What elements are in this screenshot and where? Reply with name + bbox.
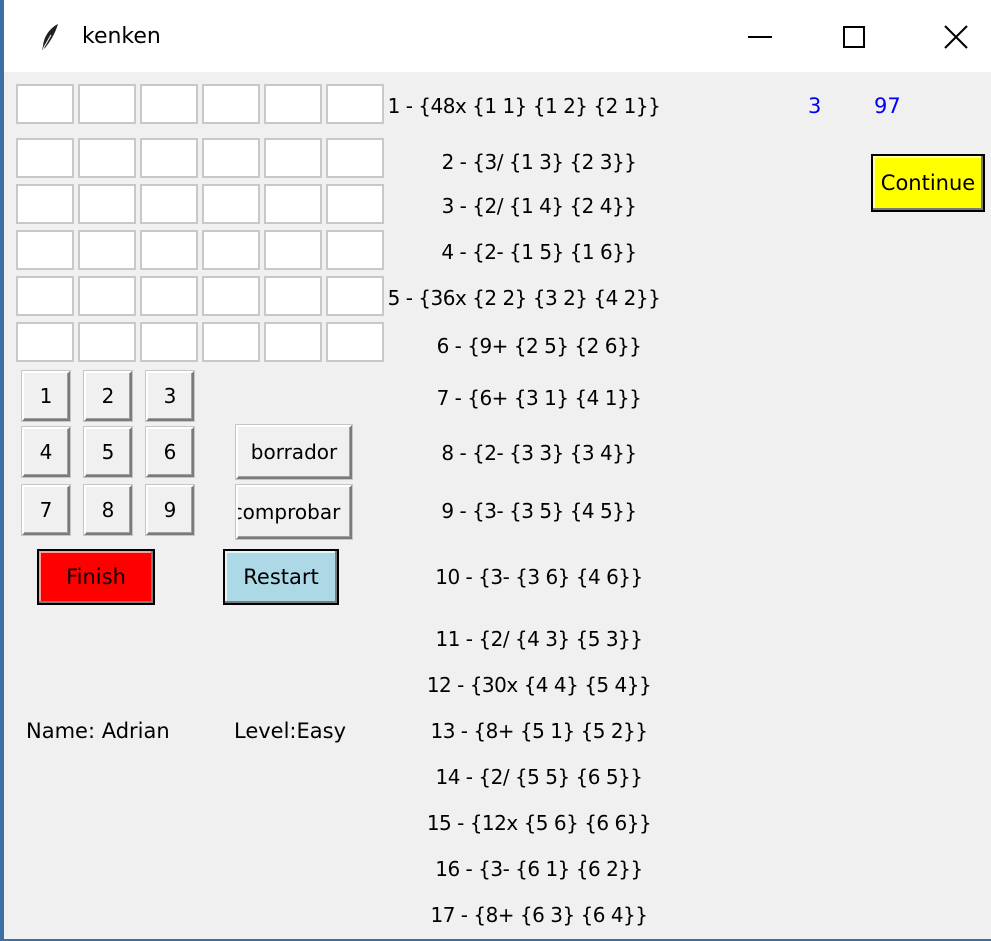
grid-cell-4-6[interactable]	[326, 230, 384, 270]
grid-cell-4-4[interactable]	[202, 230, 260, 270]
grid-cell-4-3[interactable]	[140, 230, 198, 270]
grid-cell-2-2[interactable]	[78, 138, 136, 178]
cage-item-15: 15 - {12x {5 6} {6 6}}	[426, 811, 652, 835]
grid-cell-3-2[interactable]	[78, 184, 136, 224]
counter-left: 3	[808, 94, 822, 118]
keypad-button-8[interactable]: 8	[84, 485, 132, 535]
grid-cell-5-3[interactable]	[140, 276, 198, 316]
cage-item-10: 10 - {3- {3 6} {4 6}}	[435, 565, 643, 589]
cage-item-6: 6 - {9+ {2 5} {2 6}}	[436, 334, 642, 358]
cage-item-3: 3 - {2/ {1 4} {2 4}}	[441, 194, 637, 218]
grid-cell-4-2[interactable]	[78, 230, 136, 270]
keypad-button-2[interactable]: 2	[84, 371, 132, 421]
grid-cell-4-5[interactable]	[264, 230, 322, 270]
grid-cell-3-5[interactable]	[264, 184, 322, 224]
grid-cell-2-6[interactable]	[326, 138, 384, 178]
close-button[interactable]	[926, 14, 986, 60]
grid-cell-6-2[interactable]	[78, 322, 136, 362]
grid-cell-3-6[interactable]	[326, 184, 384, 224]
grid-cell-2-4[interactable]	[202, 138, 260, 178]
grid-cell-3-4[interactable]	[202, 184, 260, 224]
continue-button[interactable]: Continue	[871, 154, 985, 212]
finish-button[interactable]: Finish	[37, 549, 155, 605]
feather-icon	[42, 24, 58, 50]
cage-item-2: 2 - {3/ {1 3} {2 3}}	[441, 150, 637, 174]
difficulty-level: Level:Easy	[234, 719, 347, 743]
cage-item-4: 4 - {2- {1 5} {1 6}}	[441, 240, 637, 264]
keypad-button-3[interactable]: 3	[146, 371, 194, 421]
cage-item-12: 12 - {30x {4 4} {5 4}}	[426, 673, 652, 697]
close-icon	[944, 25, 968, 49]
grid-cell-6-5[interactable]	[264, 322, 322, 362]
cage-item-13: 13 - {8+ {5 1} {5 2}}	[430, 719, 648, 743]
cage-item-9: 9 - {3- {3 5} {4 5}}	[441, 499, 637, 523]
cage-item-11: 11 - {2/ {4 3} {5 3}}	[435, 627, 643, 651]
title-bar: kenken	[4, 0, 991, 72]
maximize-button[interactable]	[824, 14, 884, 60]
player-name: Name: Adrian	[26, 719, 170, 743]
keypad-button-9[interactable]: 9	[146, 485, 194, 535]
maximize-icon	[843, 26, 865, 48]
grid-cell-3-1[interactable]	[16, 184, 74, 224]
grid-cell-5-4[interactable]	[202, 276, 260, 316]
minimize-button[interactable]	[730, 14, 790, 60]
grid-cell-5-1[interactable]	[16, 276, 74, 316]
cage-item-8: 8 - {2- {3 3} {3 4}}	[441, 441, 637, 465]
grid-cell-5-5[interactable]	[264, 276, 322, 316]
grid-cell-1-4[interactable]	[202, 84, 260, 124]
minimize-icon	[748, 36, 772, 38]
app-window: kenken 1 2 3 4 5 6 7 8 9 borrador compro…	[0, 0, 991, 941]
grid-cell-6-6[interactable]	[326, 322, 384, 362]
cage-item-14: 14 - {2/ {5 5} {6 5}}	[435, 765, 643, 789]
grid-cell-3-3[interactable]	[140, 184, 198, 224]
grid-cell-1-1[interactable]	[16, 84, 74, 124]
cage-item-7: 7 - {6+ {3 1} {4 1}}	[436, 386, 642, 410]
window-title: kenken	[82, 24, 161, 49]
grid-cell-6-1[interactable]	[16, 322, 74, 362]
grid-cell-6-3[interactable]	[140, 322, 198, 362]
grid-cell-4-1[interactable]	[16, 230, 74, 270]
keypad-button-7[interactable]: 7	[22, 485, 70, 535]
check-button[interactable]: comprobar	[236, 485, 352, 539]
eraser-button[interactable]: borrador	[236, 425, 352, 479]
grid-cell-1-2[interactable]	[78, 84, 136, 124]
cage-item-16: 16 - {3- {6 1} {6 2}}	[435, 857, 643, 881]
counter-right: 97	[874, 94, 901, 118]
grid-cell-2-5[interactable]	[264, 138, 322, 178]
keypad-button-5[interactable]: 5	[84, 427, 132, 477]
grid-cell-6-4[interactable]	[202, 322, 260, 362]
cage-item-5: 5 - {36x {2 2} {3 2} {4 2}}	[387, 286, 661, 310]
grid-cell-2-1[interactable]	[16, 138, 74, 178]
grid-cell-2-3[interactable]	[140, 138, 198, 178]
keypad-button-6[interactable]: 6	[146, 427, 194, 477]
grid-cell-1-3[interactable]	[140, 84, 198, 124]
cage-item-1: 1 - {48x {1 1} {1 2} {2 1}}	[387, 94, 661, 118]
cage-item-17: 17 - {8+ {6 3} {6 4}}	[430, 903, 648, 927]
keypad-button-1[interactable]: 1	[22, 371, 70, 421]
restart-button[interactable]: Restart	[223, 549, 339, 605]
keypad-button-4[interactable]: 4	[22, 427, 70, 477]
grid-cell-5-2[interactable]	[78, 276, 136, 316]
grid-cell-1-5[interactable]	[264, 84, 322, 124]
